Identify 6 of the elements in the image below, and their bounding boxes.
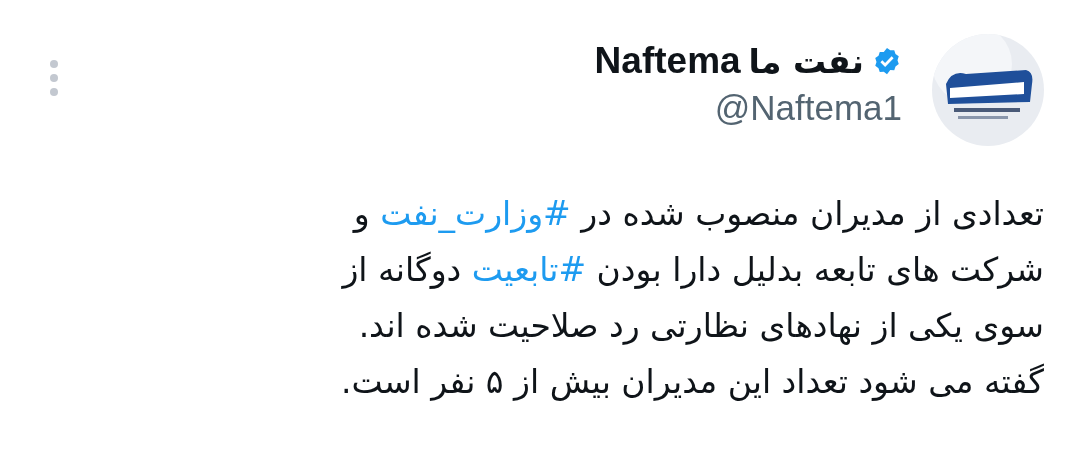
display-name: Naftema <box>594 40 741 82</box>
user-handle: @Naftema1 <box>714 88 902 128</box>
hashtag-link[interactable]: #تابعیت <box>471 250 587 289</box>
tweet-text: تعدادی از مدیران منصوب شده در #وزارت_نفت و شرکت های تابعه بدلیل دارا بودن #تابعیت دوگانه از سوی یکی از نهادهای نظارتی رد صلاحیت شده اند. گفته می شود تعداد این مدیران بیش از ۵ نفر است. <box>340 193 1044 403</box>
display-name-persian: نفت ما <box>748 41 864 81</box>
hashtag-link[interactable]: #وزارت_نفت <box>380 194 571 233</box>
